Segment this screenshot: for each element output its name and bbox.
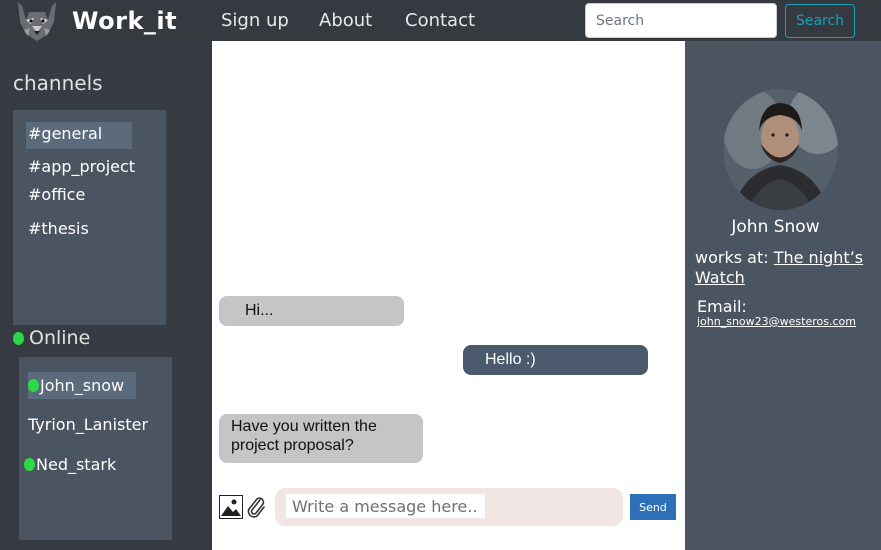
channel-item-general[interactable]: #general (26, 122, 133, 149)
nav-link-about[interactable]: About (319, 10, 372, 31)
chat-panel: Hi... Hello :) Have you written the proj… (212, 41, 685, 550)
profile-photo (723, 89, 838, 210)
online-section-title: Online (13, 327, 90, 349)
user-name: Tyrion_Lanister (28, 415, 149, 434)
user-item-ned-stark[interactable]: Ned_stark (24, 455, 116, 474)
nav-link-contact[interactable]: Contact (405, 10, 475, 31)
image-icon[interactable] (219, 495, 243, 519)
user-item-john-snow[interactable]: John_snow (28, 372, 137, 399)
channels-title: channels (13, 71, 103, 95)
online-status-icon (13, 331, 24, 345)
email-link[interactable]: john_snow23@westeros.com (697, 315, 856, 328)
channel-item-office[interactable]: #office (28, 185, 85, 204)
user-name: John_snow (40, 376, 125, 395)
nav-link-signup[interactable]: Sign up (221, 10, 289, 31)
profile-name: John Snow (731, 217, 820, 237)
message-input[interactable] (286, 494, 485, 518)
search-button[interactable]: Search (785, 4, 855, 38)
paperclip-icon[interactable] (245, 494, 267, 518)
online-users-list: John_snow Tyrion_Lanister Ned_stark (19, 357, 172, 540)
user-item-tyrion-lanister[interactable]: Tyrion_Lanister (28, 415, 148, 434)
left-sidebar: channels #general #app_project #office #… (0, 41, 212, 550)
message-bubble-incoming: Have you written the project proposal? (219, 414, 423, 463)
message-composer (275, 488, 623, 526)
search-input[interactable] (585, 3, 777, 38)
brand-name[interactable]: Work_it (72, 7, 177, 35)
profile-works-at: works at: The night’s Watch (695, 248, 870, 288)
message-bubble-incoming: Hi... (219, 296, 404, 326)
online-status-icon (28, 379, 39, 392)
email-label: Email: (697, 297, 747, 316)
online-status-icon (24, 458, 35, 471)
wolf-logo-icon[interactable] (14, 0, 60, 42)
channels-list: #general #app_project #office #thesis (13, 110, 166, 325)
user-name: Ned_stark (36, 455, 117, 474)
navbar: Work_it Sign up About Contact Search (0, 0, 881, 41)
channel-item-app-project[interactable]: #app_project (28, 157, 135, 176)
send-button[interactable]: Send (630, 494, 676, 520)
message-bubble-outgoing: Hello :) (463, 345, 648, 375)
online-title-label: Online (29, 327, 91, 349)
channel-item-thesis[interactable]: #thesis (28, 219, 89, 238)
works-at-label: works at: (695, 248, 769, 267)
profile-panel: John Snow works at: The night’s Watch Em… (685, 41, 881, 550)
